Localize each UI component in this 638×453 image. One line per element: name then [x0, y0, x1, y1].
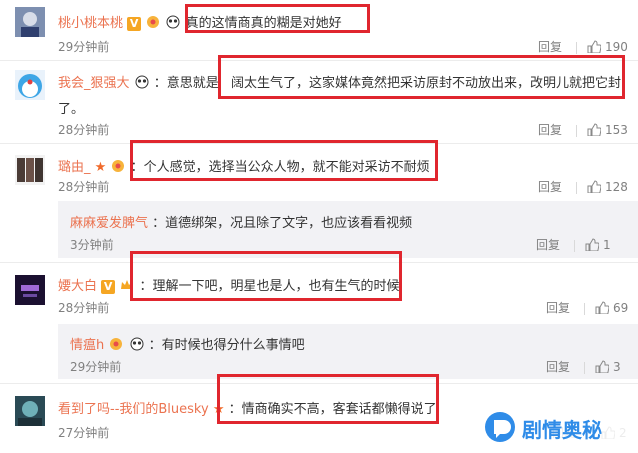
comment-text: ：有时候也得分什么事情吧 [148, 338, 305, 353]
like-icon[interactable] [595, 300, 610, 317]
like-count: 190 [605, 40, 628, 54]
avatar[interactable] [15, 396, 45, 426]
panda-emoji-icon [165, 15, 181, 33]
reply-button[interactable]: 回复 [546, 358, 570, 375]
comment-text-continued: 了。 [58, 102, 85, 117]
reply-button[interactable]: 回复 [538, 38, 562, 55]
flower-emoji-icon [108, 337, 124, 355]
panda-emoji-icon [129, 337, 145, 355]
watermark-text: 剧情奥秘 [522, 418, 602, 442]
timestamp: 29分钟前 [58, 40, 110, 54]
timestamp: 28分钟前 [58, 180, 110, 194]
vip-badge: V [101, 279, 116, 294]
like-icon[interactable] [595, 359, 610, 376]
username[interactable]: 婹大白 [58, 279, 97, 294]
highlight-box [130, 251, 402, 301]
comment-actions: 回复 69 [546, 299, 628, 317]
comment-prefix: ：意思就是 [153, 76, 219, 91]
highlight-box [185, 4, 370, 33]
comment-text: ：道德绑架，况且除了文字，也应该看看视频 [152, 216, 413, 231]
username[interactable]: 璐由_ [58, 160, 91, 175]
timestamp: 28分钟前 [58, 123, 110, 137]
username[interactable]: 看到了吗--我们的Bluesky [58, 402, 209, 417]
timestamp: 3分钟前 [70, 238, 114, 252]
reply-button[interactable]: 回复 [536, 236, 560, 253]
username[interactable]: 麻麻爱发脾气 [70, 216, 148, 231]
like-count: 3 [613, 360, 621, 374]
timestamp: 28分钟前 [58, 301, 110, 315]
like-count: 128 [605, 180, 628, 194]
comment-actions: 回复 128 [538, 178, 628, 196]
username[interactable]: 情瘟h [70, 338, 104, 353]
comment-actions: 回复 3 [546, 358, 621, 376]
highlight-box [130, 140, 438, 181]
reply-button[interactable]: 回复 [546, 299, 570, 316]
vip-badge: V [127, 16, 142, 31]
avatar[interactable] [15, 70, 45, 100]
star-badge-icon: ★ [94, 160, 107, 175]
avatar[interactable] [15, 7, 45, 37]
reply-line: 麻麻爱发脾气 ：道德绑架，况且除了文字，也应该看看视频 [70, 212, 412, 231]
avatar[interactable] [15, 275, 45, 305]
watermark: 剧情奥秘 [470, 402, 638, 453]
like-icon[interactable] [587, 122, 602, 139]
reply-line: 情瘟h ：有时候也得分什么事情吧 [70, 334, 305, 355]
flower-emoji-icon [110, 159, 126, 177]
like-icon[interactable] [587, 179, 602, 196]
timestamp: 27分钟前 [58, 426, 110, 440]
username[interactable]: 桃小桃本桃 [58, 16, 123, 31]
highlight-box [218, 55, 625, 99]
like-count: 153 [605, 123, 628, 137]
reply-button[interactable]: 回复 [538, 178, 562, 195]
like-count: 69 [613, 301, 629, 315]
timestamp: 29分钟前 [70, 360, 122, 374]
comment-actions: 回复 1 [536, 236, 611, 254]
like-icon[interactable] [587, 39, 602, 56]
reply-button[interactable]: 回复 [538, 121, 562, 138]
avatar[interactable] [15, 155, 45, 185]
comment-actions: 回复 153 [538, 121, 628, 139]
like-icon[interactable] [585, 237, 600, 254]
username[interactable]: 我会_狠强大 [58, 76, 130, 91]
panda-emoji-icon [134, 75, 150, 93]
highlight-box [217, 374, 439, 424]
comment-actions: 回复 190 [538, 38, 628, 56]
like-count: 1 [603, 238, 611, 252]
flower-emoji-icon [145, 15, 161, 33]
